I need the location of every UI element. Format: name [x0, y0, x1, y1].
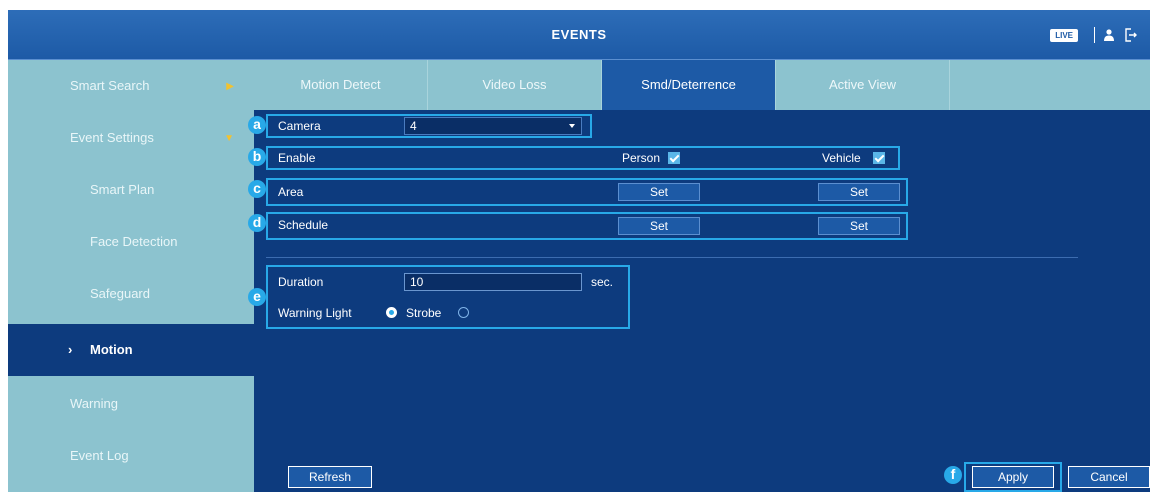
- expand-arrow-icon: ▶: [226, 81, 234, 92]
- tab-active-view[interactable]: Active View: [776, 60, 950, 110]
- sidebar-item-event-log[interactable]: Event Log: [8, 430, 254, 482]
- section-divider: [266, 257, 1078, 258]
- vehicle-label: Vehicle: [822, 151, 861, 165]
- area-row: Area Set Set: [266, 178, 908, 206]
- sidebar-item-warning[interactable]: Warning: [8, 378, 254, 430]
- duration-label: Duration: [278, 275, 324, 289]
- sidebar-item-label: Warning: [70, 396, 118, 411]
- live-button[interactable]: LIVE: [1050, 29, 1078, 42]
- duration-unit: sec.: [591, 275, 614, 289]
- area-label: Area: [278, 185, 304, 199]
- apply-button[interactable]: Apply: [972, 466, 1054, 488]
- sidebar: Smart Search ▶ Event Settings ▼ Smart Pl…: [8, 60, 254, 492]
- sidebar-item-motion[interactable]: › Motion: [8, 324, 254, 376]
- tab-smd-deterrence[interactable]: Smd/Deterrence: [602, 60, 776, 110]
- duration-warning-group: Duration 10 sec. Warning Light Strobe: [266, 265, 630, 329]
- user-icon[interactable]: [1104, 29, 1114, 41]
- camera-row: Camera 4: [266, 114, 592, 138]
- strobe-label: Strobe: [406, 306, 442, 320]
- sidebar-item-face-detection[interactable]: Face Detection: [8, 216, 254, 268]
- camera-select-value: 4: [410, 119, 417, 133]
- warning-light-radio[interactable]: [386, 307, 397, 318]
- callout-marker-e: e: [248, 288, 266, 306]
- vehicle-checkbox[interactable]: [873, 152, 885, 164]
- camera-select[interactable]: 4: [404, 117, 582, 135]
- sidebar-item-label: Motion: [90, 342, 133, 357]
- sidebar-item-label: Event Settings: [70, 130, 154, 145]
- enable-label: Enable: [278, 151, 316, 165]
- settings-panel: a Camera 4 b Enable Person Vehicle c Are…: [248, 110, 1150, 492]
- collapse-arrow-icon: ▼: [224, 133, 234, 144]
- person-checkbox[interactable]: [668, 152, 680, 164]
- title-divider: [1094, 27, 1095, 43]
- schedule-label: Schedule: [278, 218, 329, 232]
- events-window: EVENTS LIVE Smart Search ▶ Event Setting…: [8, 10, 1150, 492]
- enable-row: Enable Person Vehicle: [266, 146, 900, 170]
- camera-label: Camera: [278, 119, 321, 133]
- callout-marker-f: f: [944, 466, 962, 484]
- page-title: EVENTS: [551, 27, 607, 42]
- strobe-radio[interactable]: [458, 307, 469, 318]
- chevron-right-icon: ›: [68, 342, 73, 357]
- callout-marker-d: d: [248, 214, 266, 232]
- title-bar: EVENTS LIVE: [8, 10, 1150, 60]
- sidebar-item-safeguard[interactable]: Safeguard: [8, 268, 254, 320]
- sidebar-item-label: Safeguard: [90, 286, 150, 301]
- refresh-button[interactable]: Refresh: [288, 466, 372, 488]
- sidebar-item-smart-plan[interactable]: Smart Plan: [8, 164, 254, 216]
- callout-marker-c: c: [248, 180, 266, 198]
- sidebar-item-label: Face Detection: [90, 234, 178, 249]
- logout-icon[interactable]: [1124, 28, 1138, 42]
- schedule-vehicle-set-button[interactable]: Set: [818, 217, 900, 235]
- area-person-set-button[interactable]: Set: [618, 183, 700, 201]
- tab-bar: Motion Detect Video Loss Smd/Deterrence …: [254, 60, 1150, 110]
- apply-highlight: Apply: [964, 462, 1062, 492]
- schedule-row: Schedule Set Set: [266, 212, 908, 240]
- duration-input[interactable]: 10: [404, 273, 582, 291]
- sidebar-item-label: Event Log: [70, 448, 129, 463]
- sidebar-item-event-settings[interactable]: Event Settings ▼: [8, 112, 254, 164]
- chevron-down-icon: [569, 124, 575, 128]
- schedule-person-set-button[interactable]: Set: [618, 217, 700, 235]
- warning-light-label: Warning Light: [278, 306, 352, 320]
- sidebar-item-label: Smart Plan: [90, 182, 155, 197]
- cancel-button[interactable]: Cancel: [1068, 466, 1150, 488]
- person-label: Person: [622, 151, 661, 165]
- tab-video-loss[interactable]: Video Loss: [428, 60, 602, 110]
- area-vehicle-set-button[interactable]: Set: [818, 183, 900, 201]
- callout-marker-a: a: [248, 116, 266, 134]
- sidebar-item-smart-search[interactable]: Smart Search ▶: [8, 60, 254, 112]
- tab-motion-detect[interactable]: Motion Detect: [254, 60, 428, 110]
- sidebar-item-label: Smart Search: [70, 78, 150, 93]
- callout-marker-b: b: [248, 148, 266, 166]
